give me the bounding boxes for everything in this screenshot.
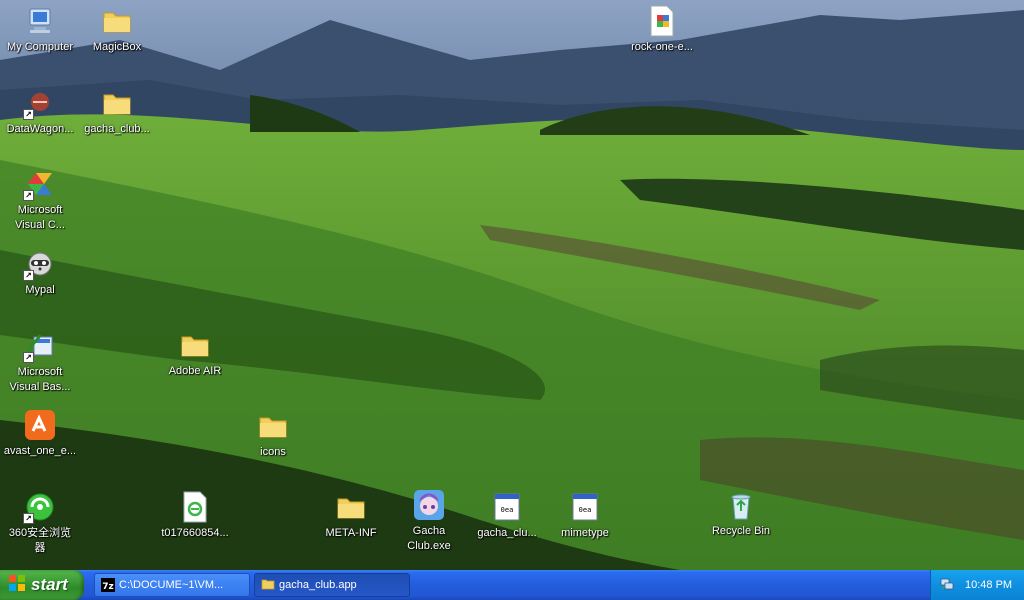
ms-visual-basic-icon: ↗ [23,329,57,363]
meta-inf-label: META-INF [325,527,377,539]
windows-logo-icon [8,574,26,597]
ms-visual-c-label: Microsoft Visual C... [15,204,65,231]
recycle-bin-icon [724,488,758,522]
avast-installer[interactable]: avast_one_e... [0,408,80,459]
rock-one-file[interactable]: rock-one-e... [622,4,702,55]
system-tray: 10:48 PM [930,570,1024,600]
browser-360-shortcut[interactable]: ↗ 360安全浏览 器 [0,490,80,556]
magicbox-folder[interactable]: MagicBox [77,4,157,55]
mimetype-file[interactable]: 0ea mimetype [545,490,625,541]
desktop[interactable]: My Computer MagicBox rock-one-e... ↗ Dat… [0,0,1024,570]
datawagon-shortcut[interactable]: ↗ DataWagon... [0,86,80,137]
shortcut-arrow-icon: ↗ [23,270,34,281]
taskbar-item-label: C:\DOCUME~1\VM... [119,579,224,591]
start-label: start [31,575,68,594]
ms-visual-c-icon: ↗ [23,167,57,201]
mimetype-label: mimetype [561,527,609,539]
folder-icon [100,4,134,38]
html-file-icon [178,490,212,524]
raccoon-icon: ↗ [23,247,57,281]
recycle-bin-label: Recycle Bin [711,525,771,537]
start-button[interactable]: start [0,570,84,600]
taskbar-item-label: gacha_club.app [279,579,357,591]
icons-folder[interactable]: icons [233,409,313,460]
mypal-label: Mypal [25,284,55,296]
svg-text:0ea: 0ea [579,506,592,514]
mypal-shortcut[interactable]: ↗ Mypal [0,247,80,298]
shortcut-arrow-icon: ↗ [23,352,34,363]
my-computer-label: My Computer [6,41,74,53]
svg-text:0ea: 0ea [501,506,514,514]
my-computer-shortcut[interactable]: My Computer [0,4,80,55]
taskbar: start 7z C:\DOCUME~1\VM... gacha_club.ap… [0,570,1024,600]
taskbar-item-docume[interactable]: 7z C:\DOCUME~1\VM... [94,573,250,597]
t0176-file[interactable]: t017660854... [155,490,235,541]
shortcut-arrow-icon: ↗ [23,109,34,120]
recycle-bin[interactable]: Recycle Bin [701,488,781,539]
adobe-air-label: Adobe AIR [168,365,222,377]
folder-icon [178,328,212,362]
my-computer-icon [23,4,57,38]
browser-360-icon: ↗ [23,490,57,524]
rock-one-label: rock-one-e... [631,41,693,53]
taskbar-item-gacha-club-app[interactable]: gacha_club.app [254,573,410,597]
gacha-clu-file[interactable]: 0ea gacha_clu... [467,490,547,541]
folder-icon [256,409,290,443]
shortcut-arrow-icon: ↗ [23,513,34,524]
ms-visual-basic-label: Microsoft Visual Bas... [9,366,71,393]
gacha-clu-label: gacha_clu... [477,527,537,539]
adobe-air-folder[interactable]: Adobe AIR [155,328,235,379]
avast-icon [23,408,57,442]
icons-folder-label: icons [260,446,286,458]
gacha-club-app-icon [412,488,446,522]
svg-text:7z: 7z [102,582,114,592]
datawagon-icon: ↗ [23,86,57,120]
shortcut-arrow-icon: ↗ [23,190,34,201]
ms-visual-basic-shortcut[interactable]: ↗ Microsoft Visual Bas... [0,329,80,395]
clock[interactable]: 10:48 PM [965,579,1012,591]
avast-label: avast_one_e... [3,445,77,457]
gacha-club-exe-label: Gacha Club.exe [407,525,451,552]
t0176-label: t017660854... [161,527,229,539]
gacha-club-exe[interactable]: Gacha Club.exe [389,488,469,554]
exe-window-icon: 0ea [490,490,524,524]
ms-visual-c-shortcut[interactable]: ↗ Microsoft Visual C... [0,167,80,233]
meta-inf-folder[interactable]: META-INF [311,490,391,541]
folder-icon [100,86,134,120]
7zip-icon: 7z [101,578,115,592]
gacha-club-folder[interactable]: gacha_club... [77,86,157,137]
browser-360-label: 360安全浏览 器 [8,527,72,554]
gacha-club-folder-label: gacha_club... [84,123,150,135]
installer-file-icon [645,4,679,38]
magicbox-label: MagicBox [92,41,142,53]
folder-icon [334,490,368,524]
exe-window-icon: 0ea [568,490,602,524]
folder-icon [261,578,275,592]
network-icon[interactable] [939,575,955,596]
datawagon-label: DataWagon... [6,123,74,135]
